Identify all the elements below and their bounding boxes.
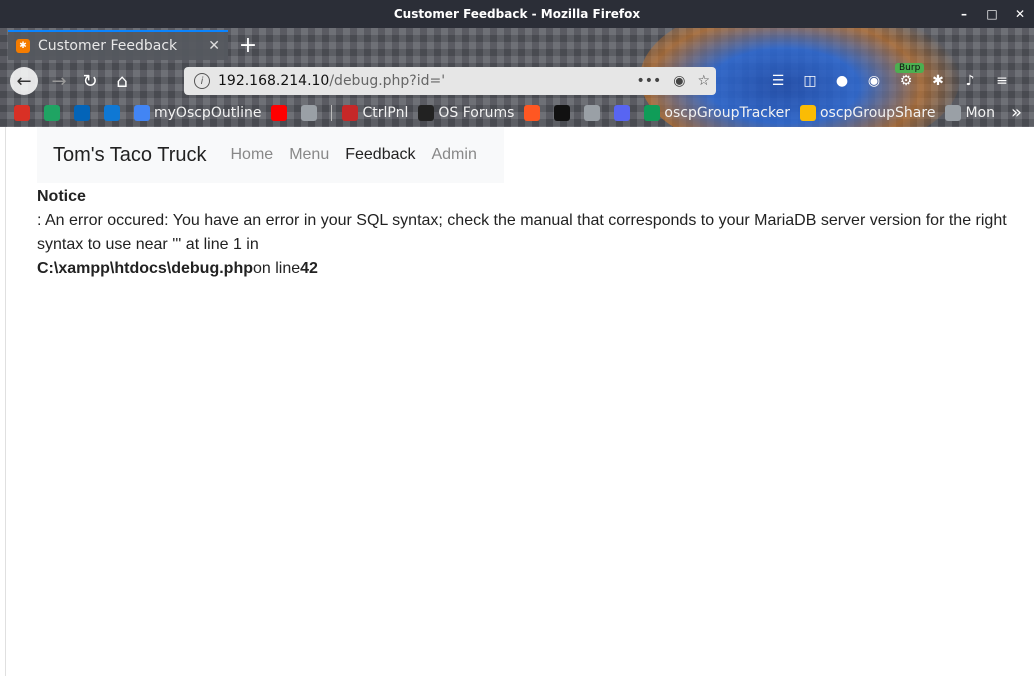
bookmark-label: Mon xyxy=(965,105,995,121)
php-error-notice: Notice : An error occured: You have an e… xyxy=(37,185,1007,281)
bookmark-label: CtrlPnl xyxy=(362,105,409,121)
new-tab-button[interactable]: + xyxy=(236,32,260,58)
bookmark-label: oscpGroupTracker xyxy=(664,105,790,121)
discord-icon xyxy=(614,105,631,121)
reload-button[interactable]: ↻ xyxy=(76,67,104,95)
bolt-icon xyxy=(524,105,541,121)
navigation-toolbar: ← → ↻ ⌂ i 192.168.214.10/debug.php?id=' … xyxy=(0,63,1034,98)
bookmark-label: OS Forums xyxy=(438,105,515,121)
cookie-editor-icon[interactable]: ♪ xyxy=(960,71,980,91)
bookmark-item[interactable]: CtrlPnl xyxy=(342,105,408,121)
notice-file: C:\xampp\htdocs\debug.php xyxy=(37,260,253,277)
youtube-icon xyxy=(271,105,288,121)
drive-icon xyxy=(44,105,60,121)
window-title: Customer Feedback - Mozilla Firefox xyxy=(393,7,641,21)
url-path: /debug.php?id=' xyxy=(329,73,446,89)
nav-admin-link[interactable]: Admin xyxy=(431,146,476,164)
bookmark-label: oscpGroupShare xyxy=(819,105,936,121)
url-bar[interactable]: i 192.168.214.10/debug.php?id=' ••• ◉ ☆ xyxy=(184,67,716,95)
bookmark-item[interactable] xyxy=(14,105,34,121)
close-tab-icon[interactable]: ✕ xyxy=(208,38,220,54)
nav-feedback-link[interactable]: Feedback xyxy=(345,146,415,164)
bookmark-item[interactable] xyxy=(74,105,94,121)
tab-title: Customer Feedback xyxy=(38,38,178,54)
notice-line-number: 42 xyxy=(300,260,318,277)
forward-button[interactable]: → xyxy=(45,67,73,95)
nav-home-link[interactable]: Home xyxy=(231,146,274,164)
sidebar-icon[interactable]: ◫ xyxy=(800,71,820,91)
globe-icon xyxy=(584,105,601,121)
home-button[interactable]: ⌂ xyxy=(108,67,136,95)
site-info-icon[interactable]: i xyxy=(194,73,210,89)
nav-menu-link[interactable]: Menu xyxy=(289,146,329,164)
outlook-icon xyxy=(74,105,90,121)
ctrlpnl-icon xyxy=(342,105,359,121)
globe-icon xyxy=(301,105,318,121)
window-titlebar: Customer Feedback - Mozilla Firefox – □ … xyxy=(0,0,1034,28)
site-navbar: Tom's Taco Truck Home Menu Feedback Admi… xyxy=(37,127,504,183)
maximize-button[interactable]: □ xyxy=(984,6,1000,22)
browser-chrome: ✱ Customer Feedback ✕ + ← → ↻ ⌂ i 192.16… xyxy=(0,28,1034,127)
docs-icon xyxy=(134,105,150,121)
onedrive-icon xyxy=(104,105,120,121)
extension-icon[interactable]: ⚙ xyxy=(896,71,916,91)
bookmark-item[interactable] xyxy=(554,105,574,121)
foxyproxy-icon[interactable]: ◉ xyxy=(864,71,884,91)
bookmark-star-icon[interactable]: ☆ xyxy=(697,73,710,89)
sheets-icon xyxy=(644,105,661,121)
bookmark-item[interactable] xyxy=(524,105,544,121)
notice-heading: Notice xyxy=(37,188,86,205)
bookmark-item[interactable] xyxy=(614,105,634,121)
extension-toolbar: ☰ ◫ ● ◉ ⚙ ✱ ♪ ≡ xyxy=(768,67,1012,95)
tab-customer-feedback[interactable]: ✱ Customer Feedback ✕ xyxy=(8,30,228,60)
bookmark-item[interactable]: oscpGroupTracker xyxy=(644,105,790,121)
notice-on-line: on line xyxy=(253,260,301,277)
page-left-border xyxy=(5,127,6,676)
account-icon[interactable]: ● xyxy=(832,71,852,91)
menu-icon[interactable]: ≡ xyxy=(992,71,1012,91)
bookmark-item[interactable]: oscpGroupShare xyxy=(799,105,936,121)
bookmark-item[interactable] xyxy=(44,105,64,121)
close-window-button[interactable]: ✕ xyxy=(1012,6,1028,22)
page-actions-button[interactable]: ••• xyxy=(636,73,661,89)
bookmarks-overflow-icon[interactable]: » xyxy=(1011,102,1022,123)
bookmark-item[interactable] xyxy=(301,105,321,121)
bookmark-item[interactable]: Mon xyxy=(945,105,995,121)
pocket-icon[interactable]: ◉ xyxy=(673,73,685,89)
bookmarks-toolbar: myOscpOutline CtrlPnl OS Forums oscpGroupTr… xyxy=(0,100,1034,126)
burp-badge: Burp xyxy=(895,63,925,73)
xampp-favicon-icon: ✱ xyxy=(16,39,30,53)
back-button[interactable]: ← xyxy=(10,67,38,95)
bookmark-item[interactable]: OS Forums xyxy=(418,105,514,121)
bookmark-item[interactable] xyxy=(584,105,604,121)
page-content: Tom's Taco Truck Home Menu Feedback Admi… xyxy=(0,127,1034,676)
url-actions: ••• ◉ ☆ xyxy=(636,67,710,95)
wappalyzer-icon[interactable]: ✱ xyxy=(928,71,948,91)
gmail-icon xyxy=(14,105,30,121)
globe-icon xyxy=(945,105,962,121)
url-host: 192.168.214.10 xyxy=(218,73,330,89)
forums-icon xyxy=(418,105,435,121)
bookmark-item[interactable] xyxy=(271,105,291,121)
notice-message: : An error occured: You have an error in… xyxy=(37,212,1007,253)
library-icon[interactable]: ☰ xyxy=(768,71,788,91)
github-icon xyxy=(554,105,571,121)
bookmark-separator xyxy=(331,105,333,121)
window-controls: – □ ✕ xyxy=(956,0,1028,28)
site-brand[interactable]: Tom's Taco Truck xyxy=(53,144,207,167)
bookmark-item[interactable] xyxy=(104,105,124,121)
minimize-button[interactable]: – xyxy=(956,6,972,22)
bookmark-label: myOscpOutline xyxy=(154,105,262,121)
drive-icon xyxy=(799,105,816,121)
bookmark-item[interactable]: myOscpOutline xyxy=(134,105,261,121)
